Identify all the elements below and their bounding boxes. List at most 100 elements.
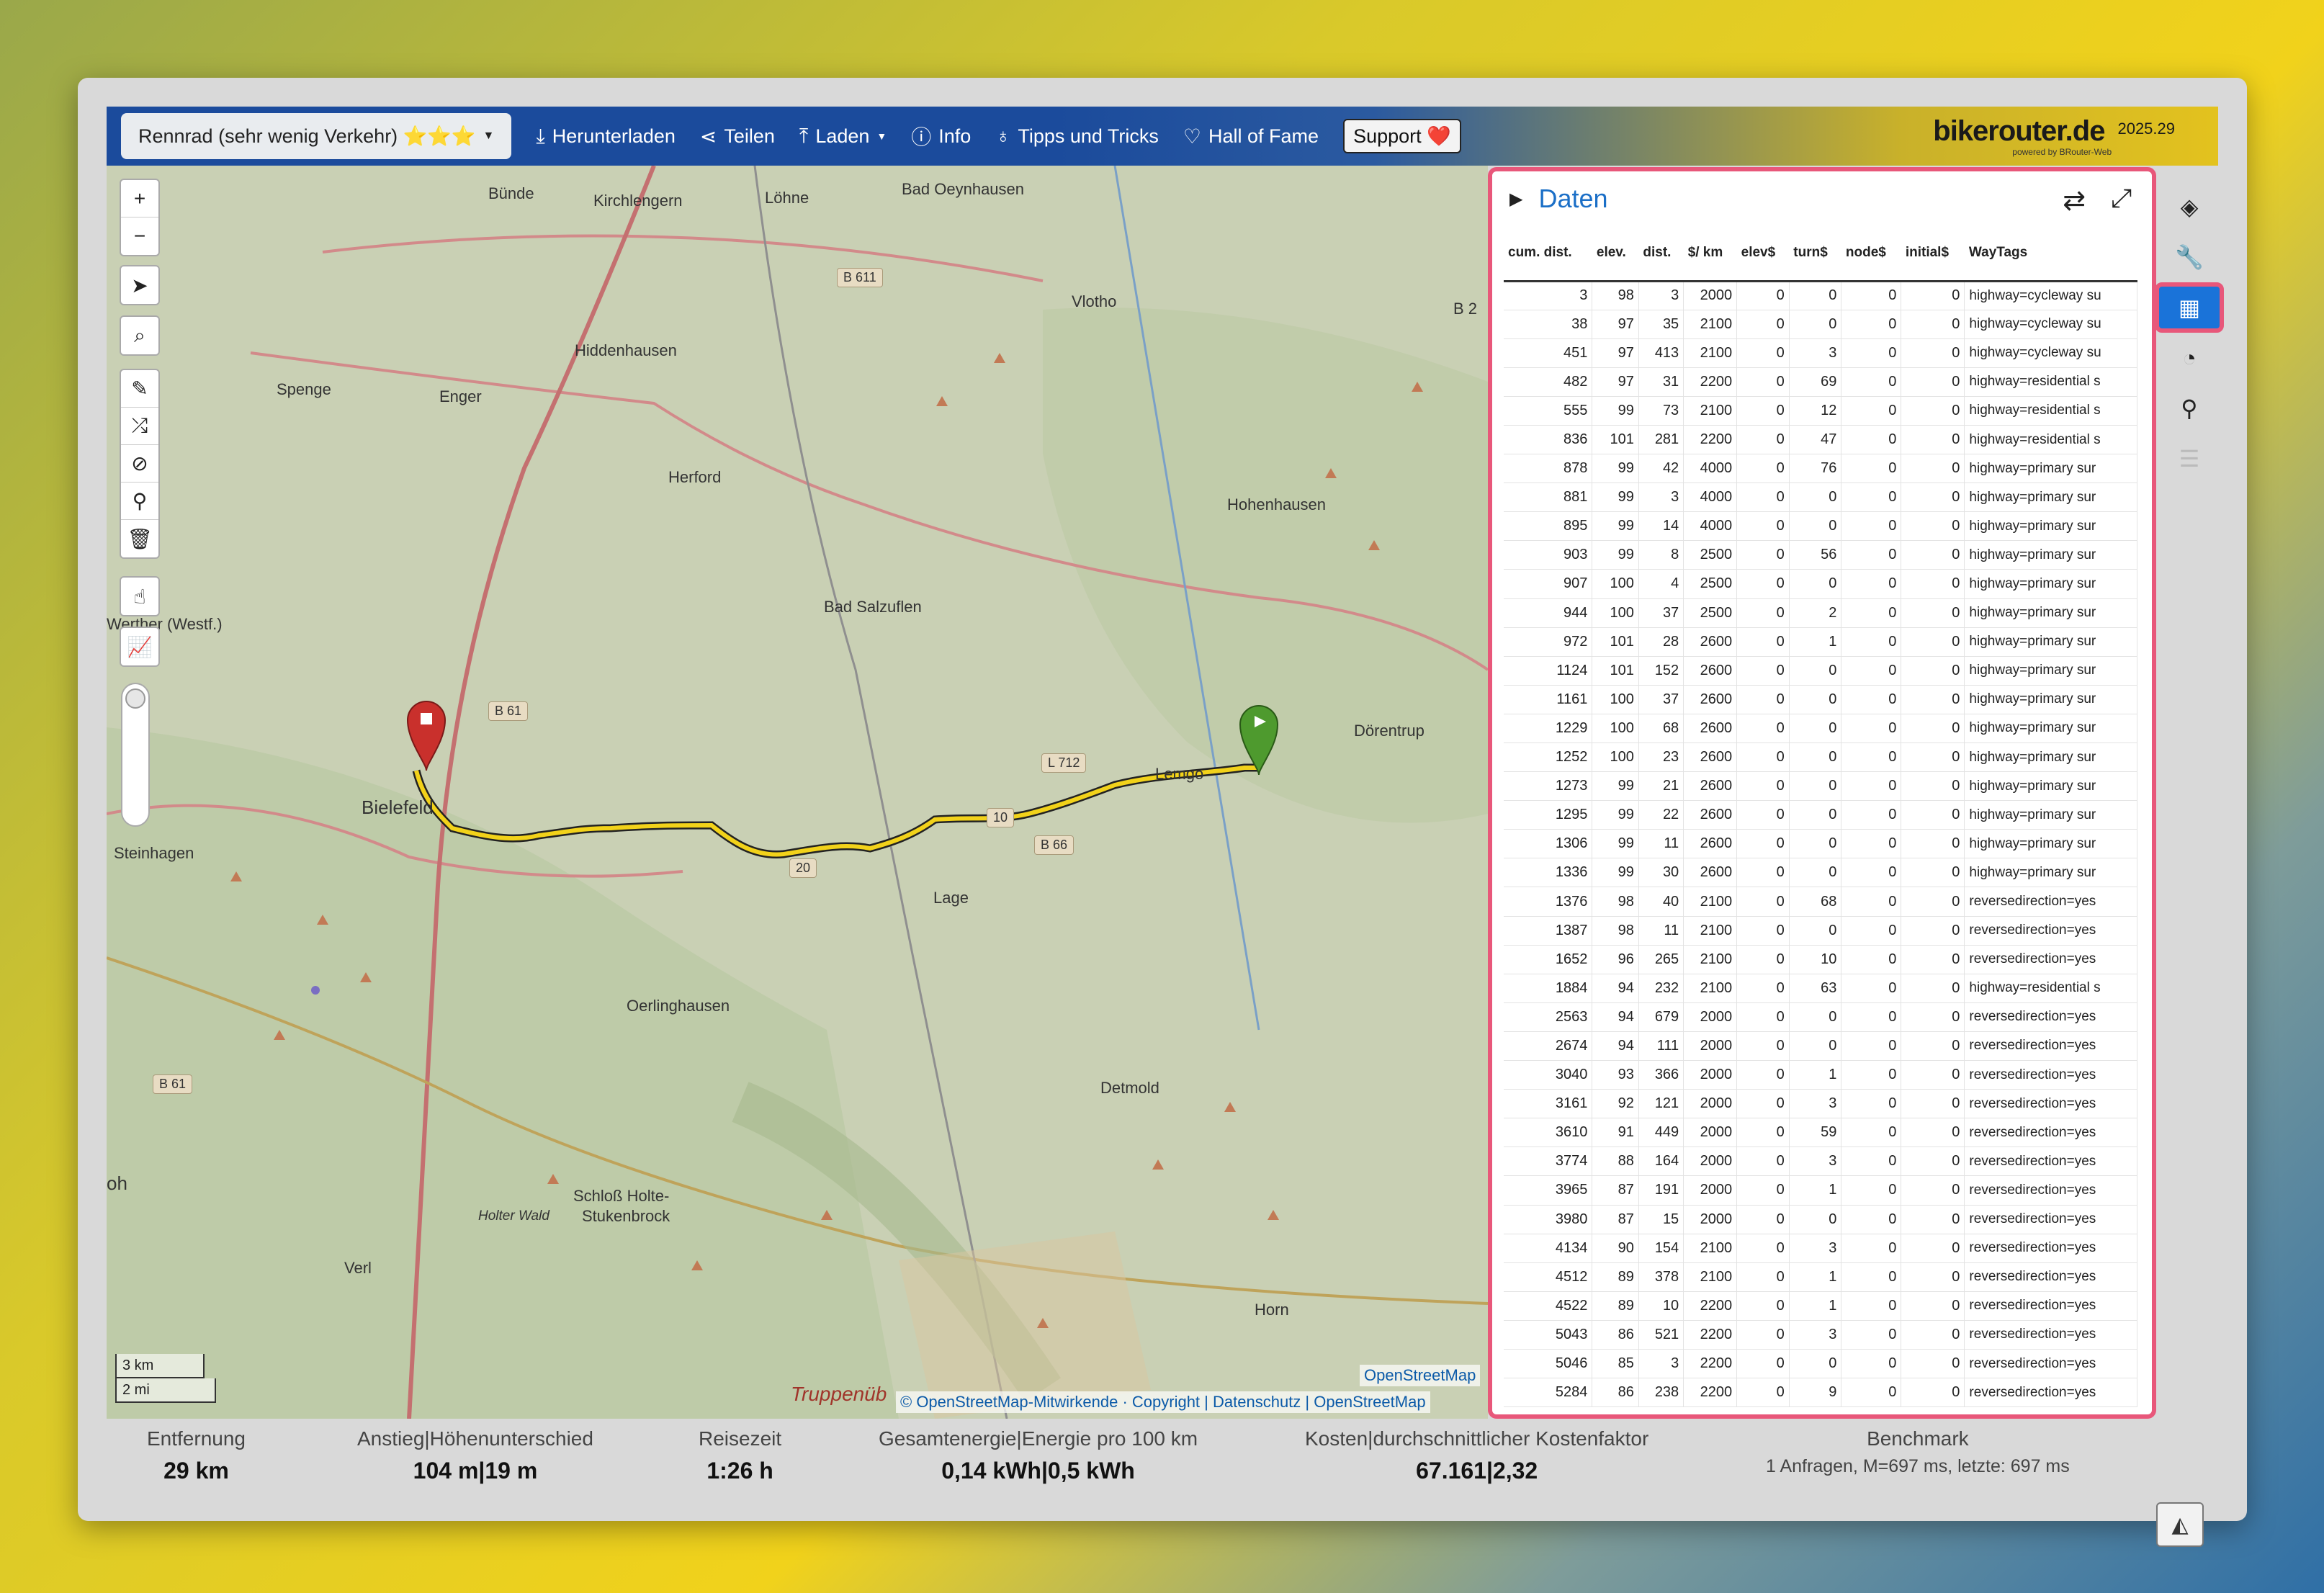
- column-header[interactable]: $/ km: [1683, 226, 1737, 282]
- swap-arrows-icon[interactable]: ⇄: [2063, 184, 2086, 217]
- table-row[interactable]: 944 100 37 2500 0 2 0 0 highway=primary sur: [1504, 598, 2137, 628]
- table-row[interactable]: 3 98 3 2000 0 0 0 0 highway=cycleway su: [1504, 281, 2137, 310]
- table-row[interactable]: 3965 87 191 2000 0 1 0 0 reversedirection=yes: [1504, 1175, 2137, 1206]
- elevation-chart-button[interactable]: ◭: [2156, 1502, 2204, 1547]
- wrench-icon[interactable]: 🔧: [2161, 232, 2218, 282]
- column-header[interactable]: cum. dist.: [1504, 226, 1592, 282]
- map-pin-icon[interactable]: ⚲: [2161, 383, 2218, 434]
- privacy-link[interactable]: Datenschutz: [1213, 1393, 1301, 1411]
- table-row[interactable]: 881 99 3 4000 0 0 0 0 highway=primary sur: [1504, 483, 2137, 513]
- table-row[interactable]: 5046 85 3 2200 0 0 0 0 reversedirection=yes: [1504, 1349, 2137, 1379]
- table-row[interactable]: 1295 99 22 2600 0 0 0 0 highway=primary sur: [1504, 800, 2137, 830]
- table-cell: 2200: [1683, 367, 1738, 397]
- elevation-chart-icon[interactable]: 📈: [121, 628, 158, 665]
- table-body: 3 98 3 2000 0 0 0 0 highway=cycleway su 38 97 35 210…: [1504, 281, 2137, 1408]
- table-row[interactable]: 907 100 4 2500 0 0 0 0 highway=primary sur: [1504, 569, 2137, 599]
- table-row[interactable]: 4522 89 10 2200 0 1 0 0 reversedirection=yes: [1504, 1291, 2137, 1321]
- collapse-triangle-icon[interactable]: ▶: [1509, 189, 1522, 210]
- draw-pencil-icon[interactable]: ✎: [121, 370, 158, 408]
- table-row[interactable]: 1387 98 11 2100 0 0 0 0 reversedirection=yes: [1504, 916, 2137, 946]
- hall-of-fame-label: Hall of Fame: [1208, 125, 1319, 147]
- expand-icon[interactable]: ⤢: [2111, 183, 2132, 214]
- table-row[interactable]: 836 101 281 2200 0 47 0 0 highway=residential s: [1504, 425, 2137, 455]
- tips-button[interactable]: ♁ Tipps und Tricks: [995, 125, 1159, 148]
- table-cell: 0: [1841, 540, 1902, 570]
- route-waypoint-marker[interactable]: 10: [987, 808, 1015, 827]
- column-header[interactable]: dist.: [1638, 226, 1684, 282]
- table-row[interactable]: 1306 99 11 2600 0 0 0 0 highway=primary sur: [1504, 829, 2137, 859]
- column-header[interactable]: turn$: [1789, 226, 1841, 282]
- table-row[interactable]: 3610 91 449 2000 0 59 0 0 reversedirection=yes: [1504, 1118, 2137, 1148]
- share-button[interactable]: ⋖ Teilen: [700, 125, 775, 148]
- table-row[interactable]: 482 97 31 2200 0 69 0 0 highway=residential s: [1504, 367, 2137, 397]
- search-icon[interactable]: ⌕: [121, 317, 158, 354]
- table-row[interactable]: 1229 100 68 2600 0 0 0 0 highway=primary sur: [1504, 714, 2137, 744]
- table-row[interactable]: 451 97 413 2100 0 3 0 0 highway=cycleway su: [1504, 338, 2137, 368]
- shuffle-icon[interactable]: ⤮: [121, 408, 158, 445]
- table-row[interactable]: 3774 88 164 2000 0 3 0 0 reversedirection=yes: [1504, 1146, 2137, 1177]
- table-row[interactable]: 1273 99 21 2600 0 0 0 0 highway=primary sur: [1504, 771, 2137, 802]
- zoom-out-button[interactable]: −: [121, 217, 158, 255]
- table-row[interactable]: 1376 98 40 2100 0 68 0 0 reversedirection=yes: [1504, 887, 2137, 917]
- table-cell: 878: [1504, 454, 1593, 484]
- table-row[interactable]: 4512 89 378 2100 0 1 0 0 reversedirection=yes: [1504, 1262, 2137, 1292]
- column-header[interactable]: WayTags: [1964, 226, 2137, 282]
- osm-link[interactable]: OpenStreetMap: [1360, 1365, 1481, 1386]
- table-cell: 2000: [1683, 1002, 1738, 1032]
- layers-icon[interactable]: ◈: [2161, 181, 2218, 232]
- table-row[interactable]: 2674 94 111 2000 0 0 0 0 reversedirection=yes: [1504, 1031, 2137, 1062]
- table-cell: 59: [1789, 1118, 1842, 1148]
- table-cell: 99: [1592, 454, 1639, 484]
- map-view[interactable]: 20 10 Bünde Kirchlengern Löhne Bad Oeynh…: [107, 166, 1488, 1419]
- zoom-in-button[interactable]: +: [121, 180, 158, 217]
- table-row[interactable]: 1336 99 30 2600 0 0 0 0 highway=primary sur: [1504, 858, 2137, 888]
- load-dropdown[interactable]: ⤒ Laden ▼: [799, 125, 887, 148]
- table-row[interactable]: 1161 100 37 2600 0 0 0 0 highway=primary sur: [1504, 685, 2137, 714]
- osm-contributors-link[interactable]: © OpenStreetMap-Mitwirkende: [900, 1393, 1118, 1411]
- table-row[interactable]: 1124 101 152 2600 0 0 0 0 highway=primary sur: [1504, 656, 2137, 686]
- table-cell: 94: [1592, 1031, 1639, 1062]
- poi-icon[interactable]: ⚲: [121, 483, 158, 520]
- brand[interactable]: bikerouter.de powered by BRouter-Web 202…: [1933, 115, 2175, 157]
- table-row[interactable]: 1252 100 23 2600 0 0 0 0 highway=primary sur: [1504, 742, 2137, 773]
- map-scale: 3 km 2 mi: [115, 1354, 216, 1403]
- locate-icon[interactable]: ➤: [121, 266, 158, 304]
- table-row[interactable]: 2563 94 679 2000 0 0 0 0 reversedirection=yes: [1504, 1002, 2137, 1032]
- route-waypoint-marker[interactable]: 20: [789, 858, 817, 878]
- profile-dropdown[interactable]: Rennrad (sehr wenig Verkehr) ⭐⭐⭐ ▼: [121, 113, 512, 159]
- hall-of-fame-button[interactable]: ♡ Hall of Fame: [1183, 125, 1319, 148]
- table-row[interactable]: 38 97 35 2100 0 0 0 0 highway=cycleway su: [1504, 310, 2137, 339]
- table-row[interactable]: 1884 94 232 2100 0 63 0 0 highway=residential s: [1504, 974, 2137, 1003]
- table-row[interactable]: 555 99 73 2100 0 12 0 0 highway=residential s: [1504, 396, 2137, 426]
- table-row[interactable]: 3980 87 15 2000 0 0 0 0 reversedirection=yes: [1504, 1205, 2137, 1234]
- table-row[interactable]: 3161 92 121 2000 0 3 0 0 reversedirection=yes: [1504, 1089, 2137, 1119]
- trash-icon[interactable]: 🗑: [121, 520, 158, 557]
- column-header[interactable]: elev$: [1736, 226, 1790, 282]
- notes-icon[interactable]: ☰: [2161, 434, 2218, 484]
- no-go-area-icon[interactable]: ⊘: [121, 445, 158, 483]
- column-header[interactable]: node$: [1841, 226, 1901, 282]
- opacity-slider[interactable]: [121, 683, 150, 827]
- table-row[interactable]: 4134 90 154 2100 0 3 0 0 reversedirection=yes: [1504, 1234, 2137, 1263]
- column-header[interactable]: elev.: [1592, 226, 1639, 282]
- table-row[interactable]: 972 101 28 2600 0 1 0 0 highway=primary sur: [1504, 627, 2137, 657]
- copyright-link[interactable]: Copyright: [1132, 1393, 1200, 1411]
- table-icon[interactable]: ▦: [2155, 282, 2224, 333]
- info-button[interactable]: ⓘ Info: [911, 122, 971, 151]
- osm-link[interactable]: OpenStreetMap: [1314, 1393, 1425, 1411]
- table-row[interactable]: 5043 86 521 2200 0 3 0 0 reversedirection=yes: [1504, 1320, 2137, 1350]
- table-row[interactable]: 1652 96 265 2100 0 10 0 0 reversedirection=yes: [1504, 945, 2137, 974]
- pie-chart-icon[interactable]: ◔: [2161, 333, 2218, 383]
- download-button[interactable]: ⤓ Herunterladen: [536, 125, 676, 148]
- pointer-hand-icon[interactable]: ☝: [121, 578, 158, 615]
- support-button[interactable]: Support ❤️: [1343, 119, 1461, 153]
- table-row[interactable]: 903 99 8 2500 0 56 0 0 highway=primary sur: [1504, 540, 2137, 570]
- table-cell: 2000: [1683, 1089, 1738, 1119]
- column-header[interactable]: initial$: [1901, 226, 1965, 282]
- table-row[interactable]: 878 99 42 4000 0 76 0 0 highway=primary sur: [1504, 454, 2137, 484]
- table-row[interactable]: 3040 93 366 2000 0 1 0 0 reversedirection=yes: [1504, 1060, 2137, 1090]
- table-row[interactable]: 895 99 14 4000 0 0 0 0 highway=primary sur: [1504, 511, 2137, 542]
- table-row[interactable]: 5284 86 238 2200 0 9 0 0 reversedirection=yes: [1504, 1378, 2137, 1408]
- stat-label: Entfernung: [147, 1427, 246, 1450]
- slider-knob[interactable]: [125, 688, 145, 709]
